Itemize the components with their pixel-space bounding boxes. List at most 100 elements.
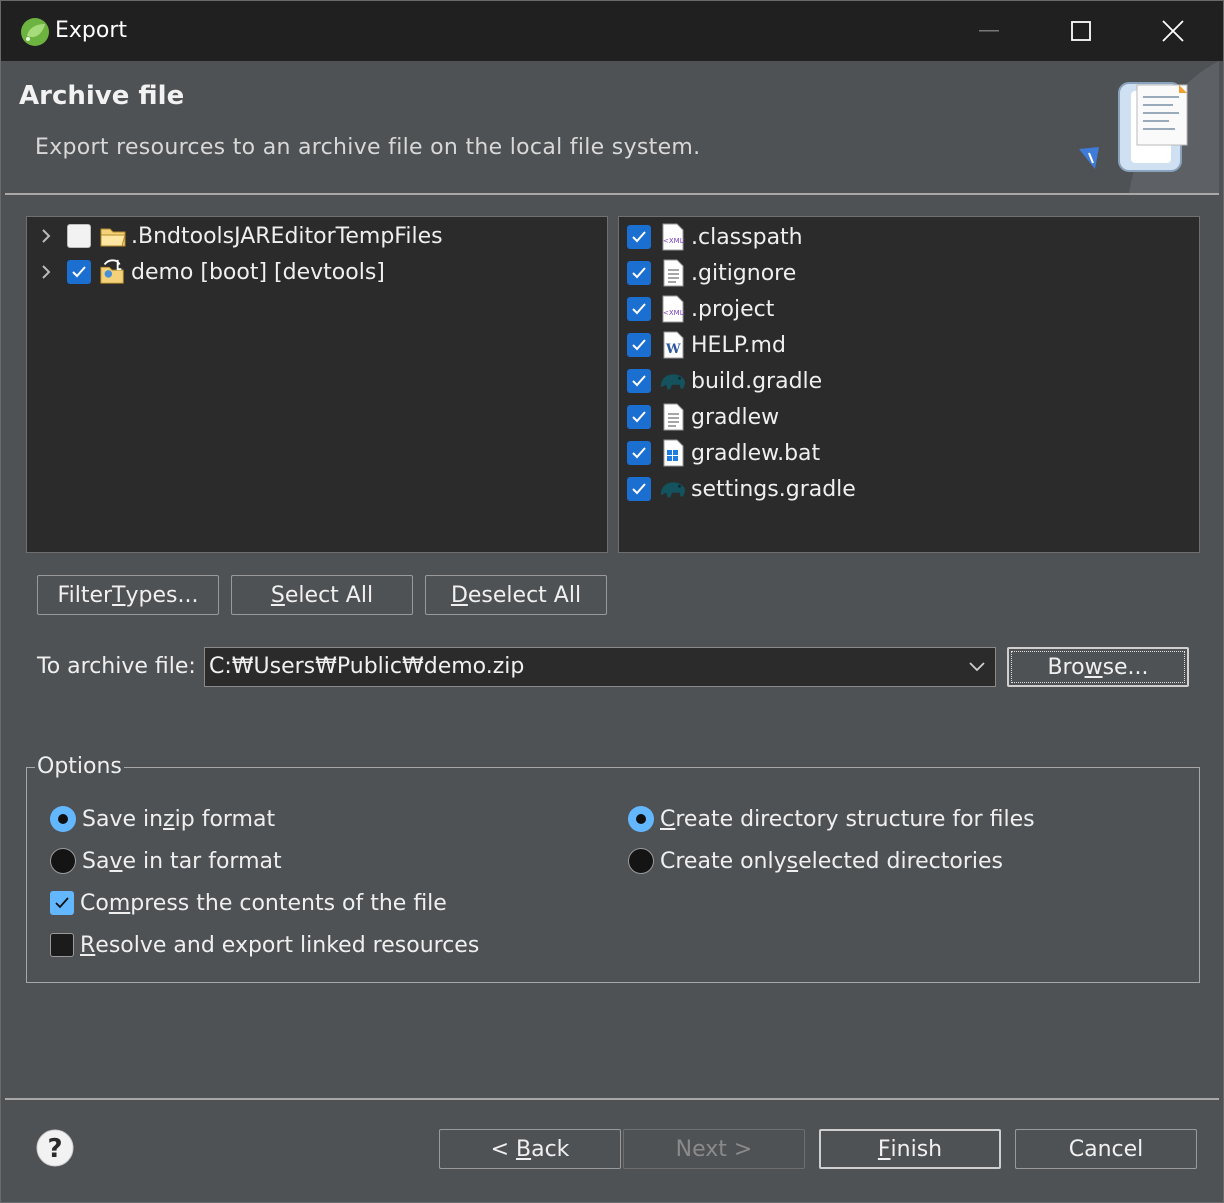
tree-checkbox[interactable] bbox=[67, 260, 91, 284]
help-icon[interactable]: ? bbox=[35, 1128, 75, 1168]
finish-mnemonic: F bbox=[877, 1136, 891, 1162]
title-bar: Export bbox=[1, 1, 1223, 61]
wizard-header: Archive file Export resources to an arch… bbox=[5, 61, 1219, 193]
deselect-all-label: eselect All bbox=[467, 582, 582, 608]
dir-struct-mnemonic: C bbox=[660, 806, 676, 832]
close-icon bbox=[1162, 20, 1184, 42]
list-item[interactable]: gradlew.bat bbox=[627, 436, 820, 470]
file-checkbox[interactable] bbox=[627, 405, 651, 429]
svg-text:W: W bbox=[665, 342, 681, 357]
file-checkbox[interactable] bbox=[627, 297, 651, 321]
tree-item[interactable]: .BndtoolsJAREditorTempFiles bbox=[35, 219, 443, 253]
checkmark-icon bbox=[632, 411, 646, 423]
zip-label-rest: ip format bbox=[174, 806, 276, 832]
compress-checkbox[interactable]: Co m press the contents of the file bbox=[50, 886, 447, 920]
page-description: Export resources to an archive file on t… bbox=[35, 135, 701, 160]
list-item-label: .project bbox=[691, 296, 775, 322]
chevron-down-icon[interactable] bbox=[959, 648, 995, 686]
list-item[interactable]: settings.gradle bbox=[627, 472, 856, 506]
zip-format-radio[interactable]: Save in z ip format bbox=[50, 802, 275, 836]
list-item-label: .classpath bbox=[691, 224, 803, 250]
resolve-linked-checkbox[interactable]: Resolve and export linked resources bbox=[50, 928, 479, 962]
archive-file-label: To archive file: bbox=[37, 654, 196, 679]
list-item[interactable]: <XML> .classpath bbox=[627, 220, 803, 254]
footer-separator bbox=[5, 1098, 1219, 1100]
file-checkbox[interactable] bbox=[627, 225, 651, 249]
zip-mnemonic: z bbox=[163, 806, 175, 832]
back-button[interactable]: < Back bbox=[439, 1129, 621, 1169]
checkmark-icon bbox=[632, 483, 646, 495]
radio-selected-icon[interactable] bbox=[50, 806, 76, 832]
folder-icon bbox=[99, 222, 127, 250]
zip-label-part: Save in bbox=[82, 806, 164, 832]
browse-label-part: Bro bbox=[1047, 654, 1085, 680]
project-folder-icon bbox=[99, 258, 127, 286]
file-checkbox[interactable] bbox=[627, 333, 651, 357]
list-item[interactable]: build.gradle bbox=[627, 364, 822, 398]
minimize-icon bbox=[979, 30, 999, 32]
file-checkbox[interactable] bbox=[627, 477, 651, 501]
list-item[interactable]: .gitignore bbox=[627, 256, 796, 290]
radio-unselected-icon[interactable] bbox=[50, 848, 76, 874]
next-button[interactable]: Next > bbox=[623, 1129, 805, 1169]
back-label-part: < bbox=[490, 1136, 516, 1162]
only-selected-directories-radio[interactable]: Create only s elected directories bbox=[628, 844, 1003, 878]
file-checkbox[interactable] bbox=[627, 441, 651, 465]
chevron-right-icon[interactable] bbox=[35, 261, 57, 283]
minimize-button[interactable] bbox=[942, 1, 1036, 61]
list-item-label: settings.gradle bbox=[691, 476, 856, 502]
checkbox-unchecked-icon[interactable] bbox=[50, 933, 74, 957]
tar-format-radio[interactable]: Sa v e in tar format bbox=[50, 844, 282, 878]
list-item[interactable]: gradlew bbox=[627, 400, 779, 434]
tar-label-rest: e in tar format bbox=[122, 848, 282, 874]
checkmark-icon bbox=[632, 231, 646, 243]
dir-struct-label-rest: reate directory structure for files bbox=[675, 806, 1035, 832]
window-title: Export bbox=[55, 18, 128, 43]
deselect-all-mnemonic: D bbox=[450, 582, 468, 608]
archive-path-combo[interactable]: C:₩Users₩Public₩demo.zip bbox=[204, 647, 996, 687]
text-file-icon bbox=[659, 259, 687, 287]
svg-text:<XML>: <XML> bbox=[663, 309, 685, 317]
file-list[interactable]: <XML> .classpath .gitignore <XML> .proje… bbox=[618, 216, 1200, 553]
filter-types-button[interactable]: Filter Types... bbox=[37, 575, 219, 615]
finish-label: inish bbox=[890, 1136, 943, 1162]
finish-button[interactable]: Finish bbox=[819, 1129, 1001, 1169]
tree-checkbox[interactable] bbox=[67, 224, 91, 248]
select-all-button[interactable]: Select All bbox=[231, 575, 413, 615]
xml-file-icon: <XML> bbox=[659, 295, 687, 323]
list-item-label: build.gradle bbox=[691, 368, 823, 394]
deselect-all-button[interactable]: Deselect All bbox=[425, 575, 607, 615]
cancel-button[interactable]: Cancel bbox=[1015, 1129, 1197, 1169]
file-checkbox[interactable] bbox=[627, 369, 651, 393]
radio-unselected-icon[interactable] bbox=[628, 848, 654, 874]
directory-structure-radio[interactable]: Create directory structure for files bbox=[628, 802, 1035, 836]
svg-text:?: ? bbox=[47, 1134, 62, 1164]
file-checkbox[interactable] bbox=[627, 261, 651, 285]
tree-item-label: demo [boot] [devtools] bbox=[131, 259, 385, 285]
checkmark-icon bbox=[632, 339, 646, 351]
export-dialog: Export Archive file Export resources to … bbox=[0, 0, 1224, 1203]
list-item[interactable]: <XML> .project bbox=[627, 292, 774, 326]
spring-tools-icon bbox=[21, 18, 49, 46]
select-all-label: elect All bbox=[284, 582, 374, 608]
checkmark-icon bbox=[632, 267, 646, 279]
list-item-label: gradlew bbox=[691, 404, 780, 430]
maximize-button[interactable] bbox=[1034, 1, 1128, 61]
tree-item[interactable]: demo [boot] [devtools] bbox=[35, 255, 385, 289]
browse-button[interactable]: Bro w se... bbox=[1007, 647, 1189, 687]
radio-selected-icon[interactable] bbox=[628, 806, 654, 832]
back-mnemonic: B bbox=[516, 1136, 532, 1162]
checkbox-checked-icon[interactable] bbox=[50, 891, 74, 915]
resource-tree[interactable]: .BndtoolsJAREditorTempFiles demo [boot] … bbox=[26, 216, 608, 553]
compress-label-rest: press the contents of the file bbox=[130, 890, 447, 916]
back-label-rest: ack bbox=[531, 1136, 570, 1162]
chevron-right-icon[interactable] bbox=[35, 225, 57, 247]
close-button[interactable] bbox=[1126, 1, 1220, 61]
list-item[interactable]: W HELP.md bbox=[627, 328, 786, 362]
archive-path-value[interactable]: C:₩Users₩Public₩demo.zip bbox=[209, 654, 524, 679]
word-file-icon: W bbox=[659, 331, 687, 359]
filter-types-label-part: Filter bbox=[57, 582, 113, 608]
resolve-label-rest: esolve and export linked resources bbox=[95, 932, 480, 958]
filter-types-label-rest: ypes... bbox=[125, 582, 199, 608]
only-selected-label-part: Create only bbox=[660, 848, 787, 874]
